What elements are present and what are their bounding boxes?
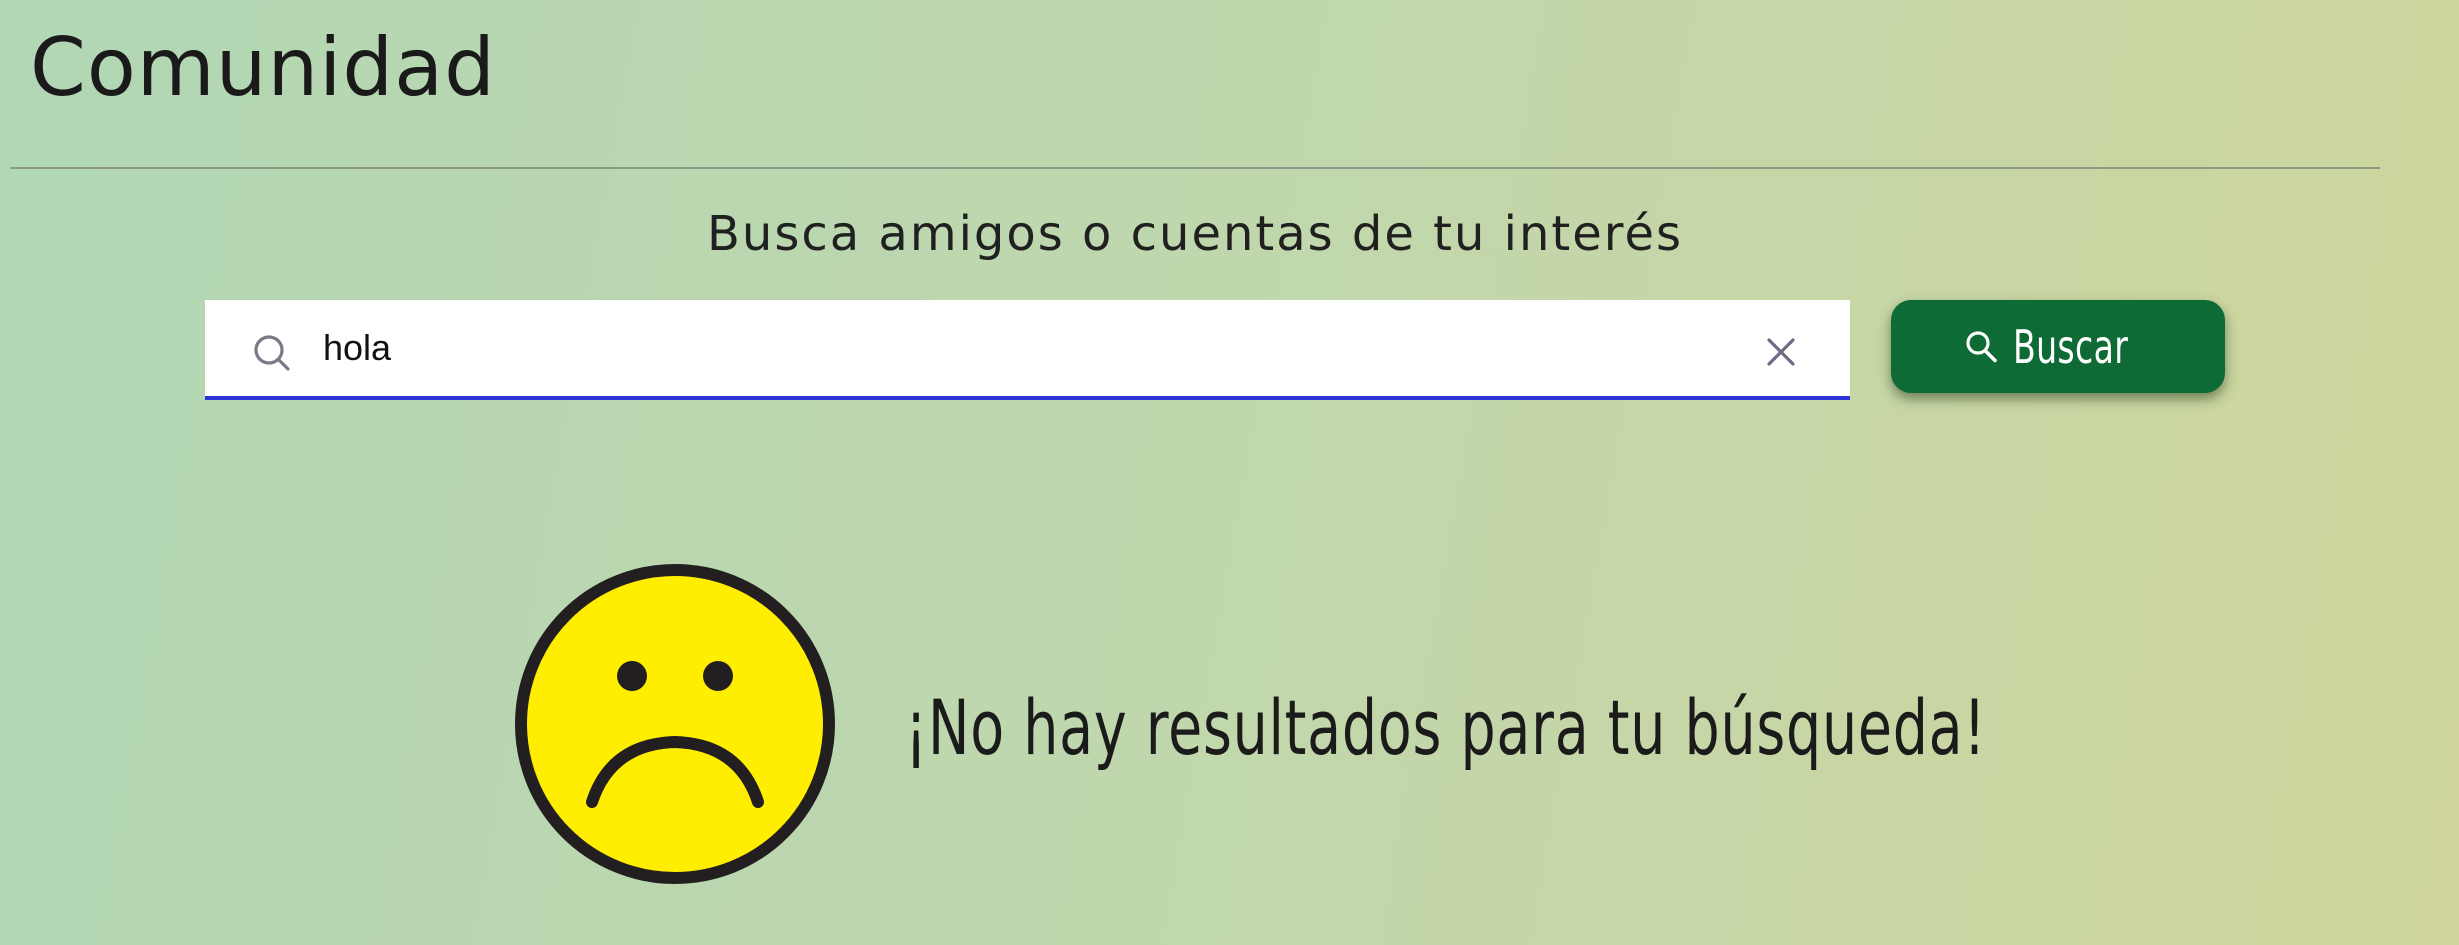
search-box[interactable] xyxy=(205,300,1850,400)
search-icon xyxy=(254,335,290,371)
page-title: Comunidad xyxy=(30,21,496,114)
close-icon[interactable] xyxy=(1765,336,1797,368)
title-divider xyxy=(10,167,2380,169)
magnifier-icon xyxy=(1966,330,1997,362)
search-input[interactable] xyxy=(323,318,1623,378)
no-results-message: ¡No hay resultados para tu búsqueda! xyxy=(905,683,1987,772)
search-button[interactable]: Buscar xyxy=(1891,300,2225,393)
search-button-label: Buscar xyxy=(2013,319,2129,374)
search-subtitle: Busca amigos o cuentas de tu interés xyxy=(706,206,1683,262)
sad-face-icon xyxy=(515,564,835,884)
